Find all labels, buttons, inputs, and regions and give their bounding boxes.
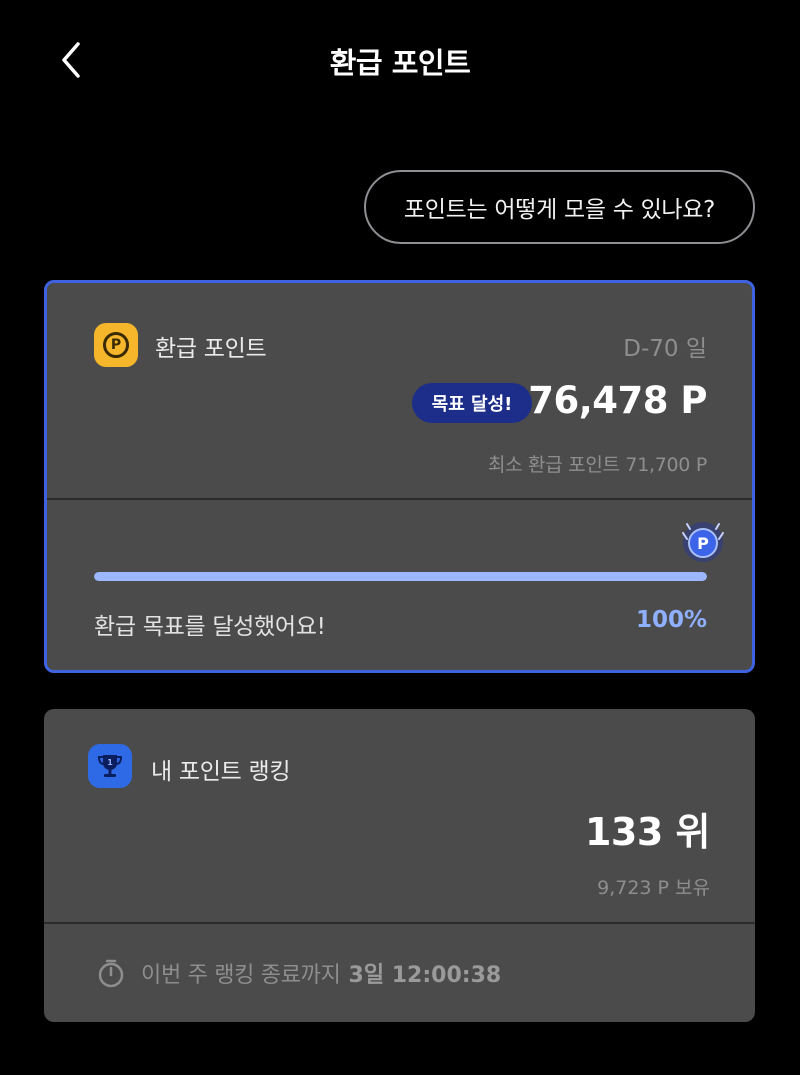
refund-points-screen: 환급 포인트 포인트는 어떻게 모을 수 있나요? P 환급 포인트 D-70 …	[0, 0, 800, 1075]
refund-progress-bar	[94, 572, 707, 581]
minimum-refund-points: 최소 환급 포인트 71,700 P	[487, 454, 707, 476]
svg-text:P: P	[697, 534, 709, 553]
trophy-glyph: 1	[97, 755, 123, 777]
timer-value: 3일 12:00:38	[348, 963, 502, 988]
header: 환급 포인트	[0, 0, 800, 120]
page-title: 환급 포인트	[329, 46, 471, 80]
progress-percent: 100%	[635, 607, 707, 633]
refund-points-value: 76,478 P	[528, 379, 707, 422]
ranking-timer: 이번 주 랭킹 종료까지 3일 12:00:38	[95, 957, 501, 989]
card-divider	[47, 498, 752, 500]
d-day-counter: D-70 일	[623, 336, 707, 362]
goal-achieved-badge: 목표 달성!	[412, 383, 532, 423]
points-held: 9,723 P 보유	[597, 877, 710, 899]
stopwatch-icon	[98, 959, 124, 988]
refund-points-card[interactable]: P 환급 포인트 D-70 일 목표 달성! 76,478 P 최소 환급 포인…	[44, 280, 755, 673]
points-coin-letter: P	[103, 332, 129, 358]
svg-text:1: 1	[107, 758, 113, 767]
p-coin-badge-icon: P	[682, 522, 724, 562]
card-divider	[44, 922, 755, 924]
refund-progress-fill	[94, 572, 707, 581]
points-ranking-label: 내 포인트 랭킹	[151, 759, 291, 785]
how-to-earn-points-button[interactable]: 포인트는 어떻게 모을 수 있나요?	[364, 170, 755, 244]
timer-label: 이번 주 랭킹 종료까지	[141, 963, 341, 988]
rank-value: 133 위	[584, 810, 711, 854]
points-ranking-card[interactable]: 1 내 포인트 랭킹 133 위 9,723 P 보유 이번 주 랭킹 종료까지…	[44, 709, 755, 1022]
refund-points-label: 환급 포인트	[155, 336, 267, 362]
points-coin-icon: P	[94, 323, 138, 367]
trophy-icon: 1	[88, 744, 132, 788]
progress-message: 환급 목표를 달성했어요!	[94, 614, 326, 640]
